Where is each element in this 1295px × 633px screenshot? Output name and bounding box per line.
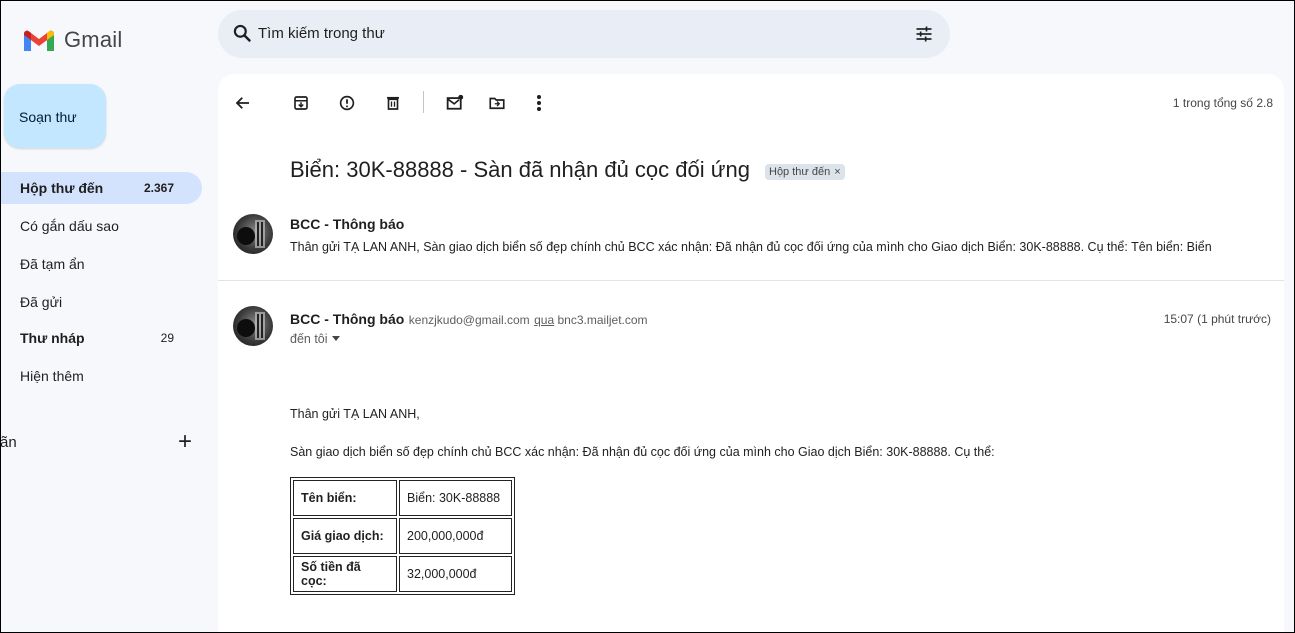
inbox-label-chip[interactable]: Hộp thư đến × <box>765 164 845 180</box>
chip-label: Hộp thư đến <box>769 166 831 178</box>
labels-section: ãn + <box>0 428 202 458</box>
deposit-info-table: Tên biển: Biển: 30K-88888 Giá giao dịch:… <box>290 477 515 595</box>
sender-avatar[interactable] <box>233 214 273 254</box>
sidebar-item-label: Hiện thêm <box>20 368 84 384</box>
sidebar-item-inbox[interactable]: Hộp thư đến 2.367 <box>0 172 202 204</box>
mark-unread-icon[interactable] <box>443 91 467 115</box>
via-domain: bnc3.mailjet.com <box>557 313 648 327</box>
body-paragraph: Sàn giao dịch biển số đẹp chính chủ BCC … <box>290 445 995 459</box>
unread-count: 2.367 <box>143 181 174 195</box>
message-snippet[interactable]: Thân gửi TẠ LAN ANH, Sàn giao dịch biển … <box>290 240 1212 254</box>
sidebar-item-more[interactable]: Hiện thêm <box>0 360 202 392</box>
recipient-dropdown[interactable]: đến tôi <box>290 332 340 346</box>
greeting-text: Thân gửi TẠ LAN ANH, <box>290 407 420 421</box>
sender-name[interactable]: BCC - Thông báo <box>290 311 404 327</box>
table-value: Biển: 30K-88888 <box>399 480 512 516</box>
report-spam-icon[interactable] <box>335 91 359 115</box>
drafts-count: 29 <box>160 331 174 345</box>
gmail-wordmark: Gmail <box>64 27 123 52</box>
compose-label: Soạn thư <box>19 109 77 125</box>
sidebar-item-snoozed[interactable]: Đã tạm ẩn <box>0 248 202 280</box>
toolbar-divider <box>423 91 424 113</box>
chevron-down-icon <box>331 336 340 341</box>
sender-line: BCC - Thông báo kenzjkudo@gmail.com qua … <box>290 311 648 329</box>
chip-remove-icon[interactable]: × <box>834 166 840 178</box>
sidebar-item-drafts[interactable]: Thư nháp 29 <box>0 322 202 354</box>
table-row: Giá giao dịch: 200,000,000đ <box>293 518 512 554</box>
search-icon[interactable] <box>232 23 252 43</box>
gmail-m-icon <box>24 30 54 51</box>
pagination-text: 1 trong tổng số 2.8 <box>1172 96 1273 110</box>
sidebar-item-label: Có gắn dấu sao <box>20 218 119 234</box>
message-time: 15:07 (1 phút trước) <box>1163 312 1271 326</box>
recipient-label: đến tôi <box>290 332 328 346</box>
table-key: Số tiền đã cọc: <box>293 556 397 592</box>
back-arrow-icon[interactable] <box>231 91 255 115</box>
more-vert-icon[interactable] <box>527 91 551 115</box>
message-divider <box>218 280 1284 281</box>
move-to-icon[interactable] <box>485 91 509 115</box>
sidebar-item-label: Đã tạm ẩn <box>20 256 85 272</box>
table-key: Tên biển: <box>293 480 397 516</box>
sender-email: kenzjkudo@gmail.com <box>408 313 530 327</box>
sender-name[interactable]: BCC - Thông báo <box>290 216 404 232</box>
compose-button[interactable]: Soạn thư <box>4 84 106 148</box>
search-options-icon[interactable] <box>914 24 934 44</box>
table-value: 200,000,000đ <box>399 518 512 554</box>
table-key: Giá giao dịch: <box>293 518 397 554</box>
sidebar-item-label: Hộp thư đến <box>20 180 104 196</box>
sidebar-item-label: Đã gửi <box>20 294 63 310</box>
add-label-icon[interactable]: + <box>178 428 192 456</box>
sidebar-item-label: Thư nháp <box>20 330 85 346</box>
sender-avatar[interactable] <box>233 306 273 346</box>
delete-icon[interactable] <box>381 91 405 115</box>
sidebar-item-starred[interactable]: Có gắn dấu sao <box>0 210 202 242</box>
table-row: Số tiền đã cọc: 32,000,000đ <box>293 556 512 592</box>
email-subject: Biển: 30K-88888 - Sàn đã nhận đủ cọc đối… <box>290 157 750 182</box>
table-value: 32,000,000đ <box>399 556 512 592</box>
search-bar[interactable]: Tìm kiếm trong thư <box>218 10 950 58</box>
search-input[interactable]: Tìm kiếm trong thư <box>258 25 385 42</box>
labels-heading: ãn <box>0 434 17 451</box>
via-link[interactable]: qua <box>534 313 554 327</box>
archive-icon[interactable] <box>289 91 313 115</box>
sidebar-item-sent[interactable]: Đã gửi <box>0 286 202 318</box>
table-row: Tên biển: Biển: 30K-88888 <box>293 480 512 516</box>
gmail-logo[interactable]: Gmail <box>22 22 122 58</box>
